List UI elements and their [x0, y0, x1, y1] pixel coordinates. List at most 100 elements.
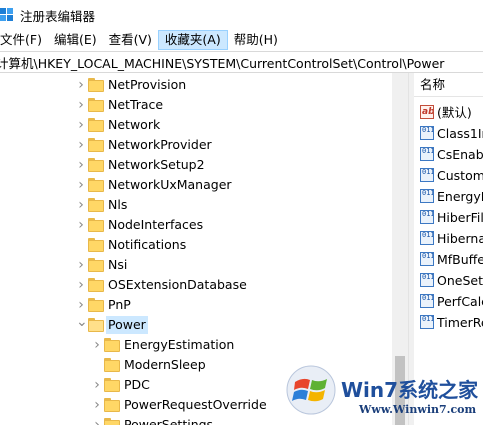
tree-node-label[interactable]: PDC [122, 376, 152, 394]
folder-icon [104, 358, 120, 372]
folder-icon [88, 298, 104, 312]
tree-node[interactable]: › EnergyEstimation [0, 335, 392, 355]
value-row[interactable]: 011 110Hiberna [420, 228, 483, 249]
tree-node[interactable]: › Nls [0, 195, 392, 215]
tree-node[interactable]: › NetworkUxManager [0, 175, 392, 195]
watermark-title: Win7系统之家 [341, 378, 479, 402]
chevron-right-icon[interactable]: › [76, 115, 86, 135]
tree-node-label[interactable]: NetworkUxManager [106, 176, 234, 194]
tree-node-label[interactable]: OSExtensionDatabase [106, 276, 249, 294]
chevron-right-icon[interactable]: › [76, 275, 86, 295]
chevron-right-icon[interactable]: › [76, 175, 86, 195]
value-row[interactable]: 011 110PerfCalc [420, 291, 483, 312]
value-name[interactable]: (默认) [437, 102, 472, 123]
value-row[interactable]: ab (默认) [420, 102, 483, 123]
value-name[interactable]: Hiberna [437, 228, 483, 249]
tree-node[interactable]: › OSExtensionDatabase [0, 275, 392, 295]
address-path[interactable]: 计算机\HKEY_LOCAL_MACHINE\SYSTEM\CurrentCon… [0, 53, 444, 72]
value-row[interactable]: 011 110HiberFile [420, 207, 483, 228]
menu-bar: 文件(F) 编辑(E) 查看(V) 收藏夹(A) 帮助(H) [0, 30, 483, 50]
tree-node-label[interactable]: Nls [106, 196, 129, 214]
value-name[interactable]: MfBuffer [437, 249, 483, 270]
tree-node[interactable]: › PnP [0, 295, 392, 315]
chevron-right-icon[interactable]: › [76, 295, 86, 315]
site-watermark: Win7系统之家 Www.Winwin7.com [285, 360, 483, 425]
value-name[interactable]: Customiz [437, 165, 483, 186]
tree-node[interactable]: › NetworkSetup2 [0, 155, 392, 175]
tree-node-label[interactable]: PnP [106, 296, 133, 314]
folder-icon [104, 378, 120, 392]
menu-item[interactable]: 收藏夹(A) [157, 30, 228, 50]
title-bar: 注册表编辑器 [0, 0, 483, 30]
window-title: 注册表编辑器 [20, 8, 96, 24]
tree-node-label[interactable]: NetProvision [106, 76, 188, 94]
tree-node-label[interactable]: NodeInterfaces [106, 216, 205, 234]
tree-node[interactable]: Notifications [0, 235, 392, 255]
menu-item[interactable]: 文件(F) [0, 30, 48, 50]
chevron-down-icon[interactable]: ⌄ [76, 315, 88, 335]
tree-node[interactable]: ⌄ Power [0, 315, 392, 335]
chevron-right-icon[interactable]: › [76, 95, 86, 115]
value-row[interactable]: 011 110MfBuffer [420, 249, 483, 270]
value-name[interactable]: TimerRe [437, 312, 483, 333]
column-header-name[interactable]: 名称 [414, 73, 483, 97]
folder-icon [104, 418, 120, 425]
tree-node[interactable]: › NetworkProvider [0, 135, 392, 155]
tree-node-label[interactable]: NetworkSetup2 [106, 156, 207, 174]
folder-icon [88, 78, 104, 92]
tree-node-label[interactable]: PowerSettings [122, 416, 215, 425]
folder-icon [88, 258, 104, 272]
tree-node-label[interactable]: Network [106, 116, 162, 134]
tree-node-label[interactable]: NetworkProvider [106, 136, 214, 154]
folder-icon [88, 318, 104, 332]
chevron-right-icon[interactable]: › [76, 195, 86, 215]
tree-node-label[interactable]: PowerRequestOverride [122, 396, 269, 414]
tree-node-label[interactable]: Nsi [106, 256, 129, 274]
tree-node[interactable]: › NetProvision [0, 75, 392, 95]
value-name[interactable]: CsEnable [437, 144, 483, 165]
chevron-right-icon[interactable]: › [76, 135, 86, 155]
tree-node-label[interactable]: NetTrace [106, 96, 165, 114]
value-row[interactable]: 011 110OneSett [420, 270, 483, 291]
address-bar[interactable]: 计算机\HKEY_LOCAL_MACHINE\SYSTEM\CurrentCon… [0, 51, 483, 73]
chevron-right-icon[interactable]: › [76, 255, 86, 275]
chevron-right-icon[interactable]: › [76, 215, 86, 235]
tree-node-label[interactable]: Power [106, 316, 148, 334]
chevron-right-icon[interactable]: › [76, 155, 86, 175]
folder-icon [88, 238, 104, 252]
tree-node[interactable]: › Network [0, 115, 392, 135]
value-name[interactable]: EnergyEs [437, 186, 483, 207]
folder-icon [88, 98, 104, 112]
tree-node[interactable]: › NodeInterfaces [0, 215, 392, 235]
menu-item[interactable]: 查看(V) [103, 30, 158, 50]
binary-value-icon: 011 110 [420, 273, 434, 287]
menu-item[interactable]: 帮助(H) [228, 30, 284, 50]
value-name[interactable]: HiberFile [437, 207, 483, 228]
binary-value-icon: 011 110 [420, 147, 434, 161]
tree-node[interactable]: › Nsi [0, 255, 392, 275]
folder-icon [104, 338, 120, 352]
tree-node-label[interactable]: Notifications [106, 236, 188, 254]
chevron-right-icon[interactable]: › [92, 415, 102, 425]
chevron-right-icon[interactable]: › [76, 75, 86, 95]
folder-icon [88, 158, 104, 172]
value-row[interactable]: 011 110Class1Ini [420, 123, 483, 144]
tree-node[interactable]: › NetTrace [0, 95, 392, 115]
binary-value-icon: 011 110 [420, 294, 434, 308]
tree-node-label[interactable]: ModernSleep [122, 356, 208, 374]
tree-node-label[interactable]: EnergyEstimation [122, 336, 236, 354]
folder-icon [88, 118, 104, 132]
value-name[interactable]: Class1Ini [437, 123, 483, 144]
value-name[interactable]: PerfCalc [437, 291, 483, 312]
binary-value-icon: 011 110 [420, 231, 434, 245]
value-row[interactable]: 011 110TimerRe [420, 312, 483, 333]
value-row[interactable]: 011 110Customiz [420, 165, 483, 186]
value-row[interactable]: 011 110CsEnable [420, 144, 483, 165]
chevron-right-icon[interactable]: › [92, 375, 102, 395]
chevron-right-icon[interactable]: › [92, 335, 102, 355]
chevron-right-icon[interactable]: › [92, 395, 102, 415]
binary-value-icon: 011 110 [420, 189, 434, 203]
value-name[interactable]: OneSett [437, 270, 483, 291]
value-row[interactable]: 011 110EnergyEs [420, 186, 483, 207]
menu-item[interactable]: 编辑(E) [48, 30, 103, 50]
